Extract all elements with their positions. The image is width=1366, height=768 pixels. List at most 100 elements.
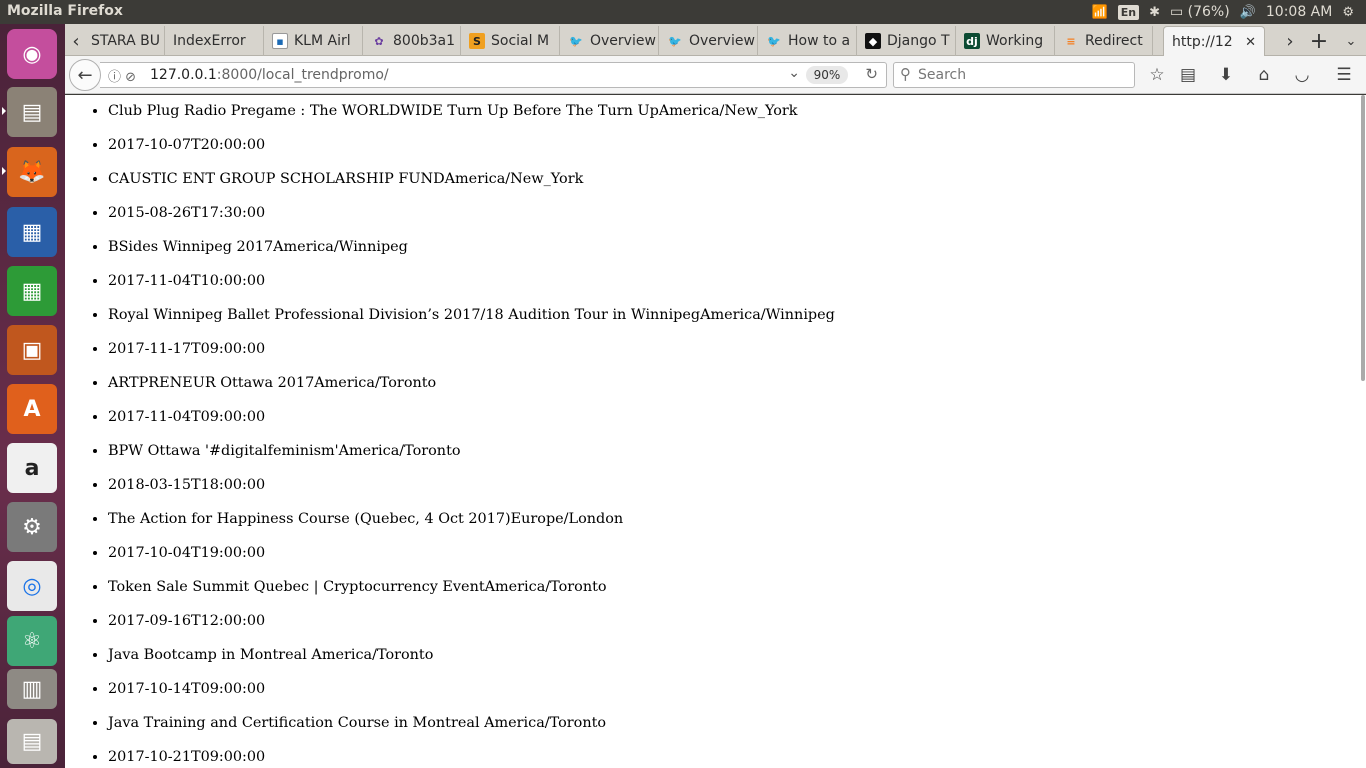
clock[interactable]: 10:08 AM — [1266, 4, 1332, 20]
list-item: The Action for Happiness Course (Quebec,… — [108, 503, 1361, 537]
tab-3[interactable]: ▪ KLM Airl — [264, 26, 363, 56]
home-icon[interactable]: ⌂ — [1251, 62, 1277, 88]
list-item: 2017-10-04T19:00:00 — [108, 537, 1361, 571]
tab-8[interactable]: 🐦 How to a — [758, 26, 857, 56]
django-icon: dj — [964, 33, 980, 49]
menu-hamburger-icon[interactable]: ☰ — [1331, 62, 1357, 88]
list-item: 2017-11-17T09:00:00 — [108, 333, 1361, 367]
battery-icon: ▭ — [1169, 4, 1184, 20]
tab-9[interactable]: ◆ Django T — [857, 26, 956, 56]
list-item: 2017-10-07T20:00:00 — [108, 129, 1361, 163]
close-tab-icon[interactable]: ✕ — [1245, 35, 1256, 50]
tab-label: STARA BU — [91, 33, 160, 49]
tab-label: KLM Airl — [294, 33, 351, 49]
event-list: Club Plug Radio Pregame : The WORLDWIDE … — [65, 95, 1361, 768]
system-top-bar: Mozilla Firefox 📶 En ✱ ▭ (76%) 🔊 10:08 A… — [0, 0, 1366, 24]
libreoffice-writer-icon[interactable]: ▦ — [7, 207, 57, 257]
chrome-icon[interactable]: ◎ — [7, 561, 57, 611]
battery-indicator[interactable]: ▭ (76%) — [1170, 4, 1230, 20]
libreoffice-calc-icon[interactable]: ▦ — [7, 266, 57, 316]
page-content: Club Plug Radio Pregame : The WORLDWIDE … — [65, 95, 1361, 768]
power-gear-icon[interactable]: ⚙ — [1342, 5, 1354, 20]
tab-10[interactable]: dj Working — [956, 26, 1055, 56]
list-item: 2017-11-04T09:00:00 — [108, 401, 1361, 435]
stackoverflow-icon: S — [469, 33, 485, 49]
list-item: Royal Winnipeg Ballet Professional Divis… — [108, 299, 1361, 333]
downloads-icon[interactable]: ⬇ — [1213, 62, 1239, 88]
unity-launcher: ◉ ▤ 🦊 ▦ ▦ ▣ A a ⚙ ◎ ⚛ ▥ ▤ — [0, 24, 65, 768]
new-tab-button[interactable]: + — [1308, 26, 1330, 56]
tab-2[interactable]: IndexError — [165, 26, 264, 56]
tab-label: IndexError — [173, 33, 246, 49]
search-input[interactable] — [918, 66, 1128, 84]
search-icon: ⚲ — [900, 65, 911, 83]
list-item: BSides Winnipeg 2017America/Winnipeg — [108, 231, 1361, 265]
tab-label: Redirect — [1085, 33, 1143, 49]
tab-scroll-right-button[interactable]: › — [1280, 26, 1300, 56]
firefox-icon[interactable]: 🦊 — [2, 147, 57, 197]
wifi-icon[interactable]: 📶 — [1092, 5, 1108, 20]
reload-icon[interactable]: ↻ — [865, 65, 878, 83]
klm-icon: ▪ — [272, 33, 288, 49]
volume-icon[interactable]: 🔊 — [1240, 5, 1256, 20]
amazon-icon[interactable]: a — [7, 443, 57, 493]
list-item: 2017-09-16T12:00:00 — [108, 605, 1361, 639]
list-item: 2017-11-04T10:00:00 — [108, 265, 1361, 299]
url-path: :8000/local_trendpromo/ — [216, 67, 389, 83]
system-tray: 📶 En ✱ ▭ (76%) 🔊 10:08 AM ⚙ — [1092, 0, 1366, 24]
files-icon[interactable]: ▤ — [2, 87, 57, 137]
tab-label: Django T — [887, 33, 950, 49]
url-history-dropdown-icon[interactable]: ⌄ — [788, 65, 800, 81]
list-item: Club Plug Radio Pregame : The WORLDWIDE … — [108, 95, 1361, 129]
system-settings-icon[interactable]: ⚙ — [7, 502, 57, 552]
site-info-icon[interactable]: ⓘ ⊘ — [108, 66, 136, 85]
twitter-icon: 🐦 — [569, 34, 583, 48]
twitter-icon: 🐦 — [668, 34, 682, 48]
url-bar[interactable]: ⓘ ⊘ 127.0.0.1:8000/local_trendpromo/ ⌄ 9… — [100, 62, 887, 88]
trash-icon[interactable]: ▤ — [7, 719, 57, 764]
pocket-icon[interactable]: ◡ — [1289, 62, 1315, 88]
back-button[interactable]: ← — [69, 59, 101, 91]
zoom-indicator[interactable]: 90% — [806, 66, 848, 84]
bookmark-star-icon[interactable]: ☆ — [1144, 62, 1170, 88]
tab-5[interactable]: S Social M — [461, 26, 560, 56]
tab-label: Overview — [689, 33, 755, 49]
tab-4[interactable]: ✿ 800b3a1 — [363, 26, 461, 56]
page-icon: ◆ — [865, 33, 881, 49]
atom-icon[interactable]: ⚛ — [7, 616, 57, 666]
tab-bar: ‹ STARA BU IndexError ▪ KLM Airl ✿ 800b3a1… — [65, 24, 1366, 57]
tab-11[interactable]: ≡ Redirect — [1055, 26, 1153, 56]
list-item: BPW Ottawa '#digitalfeminism'America/Tor… — [108, 435, 1361, 469]
ubuntu-dash-icon[interactable]: ◉ — [7, 29, 57, 79]
navigation-toolbar: ⓘ ⊘ 127.0.0.1:8000/local_trendpromo/ ⌄ 9… — [65, 56, 1366, 94]
list-item: CAUSTIC ENT GROUP SCHOLARSHIP FUNDAmeric… — [108, 163, 1361, 197]
bluetooth-icon[interactable]: ✱ — [1149, 5, 1160, 20]
keyboard-language-indicator[interactable]: En — [1117, 4, 1140, 20]
bookmarks-list-icon[interactable]: ▤ — [1175, 62, 1201, 88]
tab-7[interactable]: 🐦 Overview — [659, 26, 758, 56]
scrollbar-thumb[interactable] — [1361, 95, 1365, 381]
list-item: 2018-03-15T18:00:00 — [108, 469, 1361, 503]
url-text[interactable]: 127.0.0.1:8000/local_trendpromo/ — [150, 67, 389, 83]
url-host: 127.0.0.1 — [150, 67, 217, 83]
list-item: 2017-10-14T09:00:00 — [108, 673, 1361, 707]
list-item: 2015-08-26T17:30:00 — [108, 197, 1361, 231]
tab-label: 800b3a1 — [393, 33, 456, 49]
back-arrow-icon: ← — [77, 64, 93, 86]
stackoverflow-icon: ≡ — [1066, 34, 1076, 48]
list-item: Java Bootcamp in Montreal America/Toront… — [108, 639, 1361, 673]
workspace-switcher-icon[interactable]: ▥ — [7, 669, 57, 709]
list-item: 2017-10-21T09:00:00 — [108, 741, 1361, 768]
tab-1[interactable]: STARA BU — [83, 26, 165, 56]
search-box[interactable]: ⚲ — [893, 62, 1135, 88]
tab-label: Overview — [590, 33, 656, 49]
tab-active[interactable]: http://12 ✕ — [1163, 26, 1265, 57]
ubuntu-software-icon[interactable]: A — [7, 384, 57, 434]
window-title: Mozilla Firefox — [7, 3, 123, 19]
tab-6[interactable]: 🐦 Overview — [560, 26, 659, 56]
libreoffice-impress-icon[interactable]: ▣ — [7, 325, 57, 375]
battery-percent: (76%) — [1187, 4, 1230, 20]
tab-label: http://12 — [1172, 34, 1233, 50]
tab-list-dropdown-icon[interactable]: ⌄ — [1340, 26, 1362, 56]
list-item: Token Sale Summit Quebec | Cryptocurrenc… — [108, 571, 1361, 605]
